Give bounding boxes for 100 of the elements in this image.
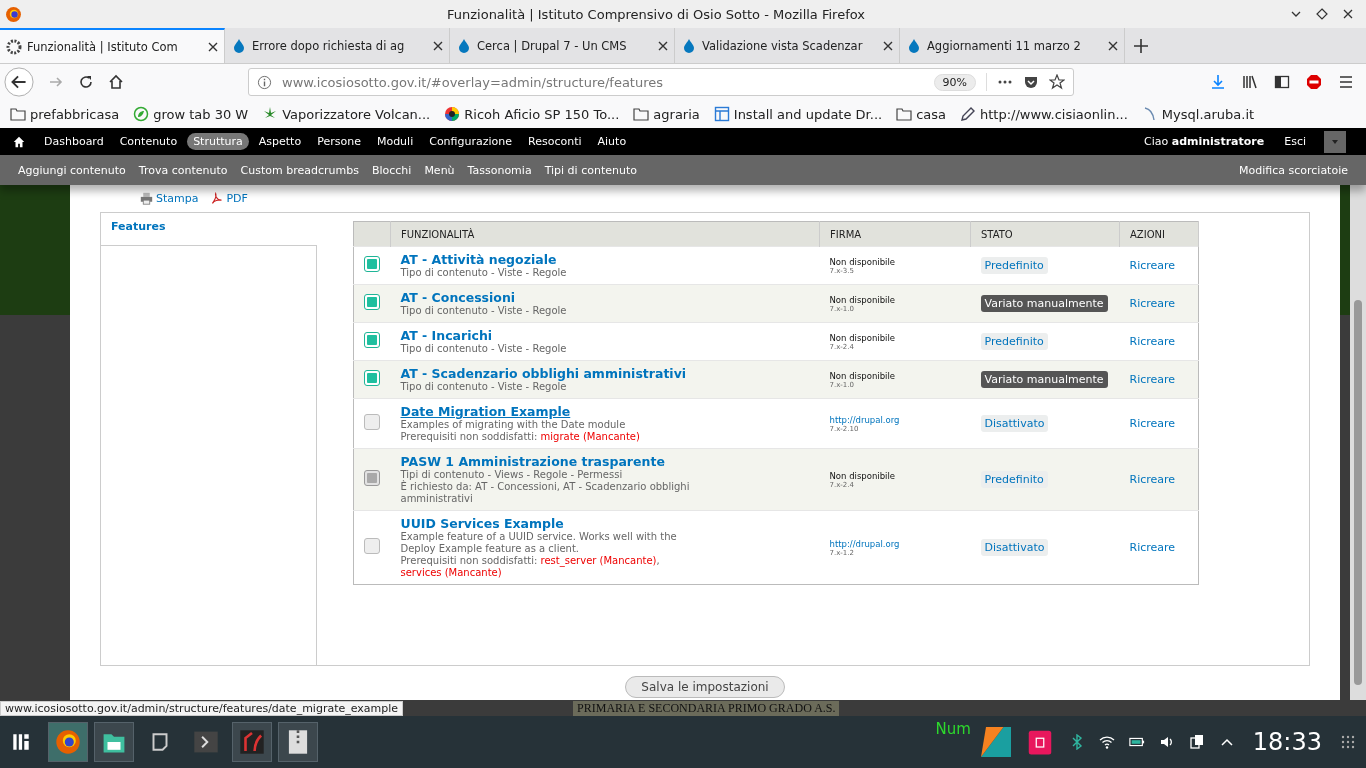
checkbox[interactable] bbox=[364, 256, 380, 272]
star-icon[interactable] bbox=[1049, 74, 1065, 90]
firefox-icon bbox=[5, 5, 22, 23]
feature-link[interactable]: AT - Attività negoziale bbox=[400, 252, 557, 267]
admin-menu-item[interactable]: Dashboard bbox=[38, 133, 110, 150]
recreate-link[interactable]: Ricreare bbox=[1129, 541, 1176, 554]
home-icon[interactable] bbox=[12, 134, 26, 149]
save-button[interactable]: Salva le impostazioni bbox=[625, 676, 785, 698]
shortcut-link[interactable]: Tassonomia bbox=[467, 163, 532, 177]
new-tab-icon[interactable] bbox=[1133, 37, 1149, 54]
shortcut-link[interactable]: Menù bbox=[424, 163, 455, 177]
recreate-link[interactable]: Ricreare bbox=[1129, 417, 1176, 430]
file-manager-icon[interactable] bbox=[94, 722, 134, 762]
logout-link[interactable]: Esci bbox=[1278, 133, 1312, 150]
clock: 18:33 bbox=[1252, 728, 1322, 756]
feature-link[interactable]: Date Migration Example bbox=[400, 404, 571, 419]
bookmark[interactable]: grow tab 30 W bbox=[133, 106, 249, 122]
checkbox[interactable] bbox=[364, 294, 380, 310]
signature[interactable]: http://drupal.org bbox=[829, 414, 961, 425]
editor-icon[interactable] bbox=[232, 722, 272, 762]
column-header: STATO bbox=[970, 221, 1120, 247]
admin-menu-item[interactable]: Persone bbox=[311, 133, 367, 150]
vertical-tab[interactable]: Features bbox=[101, 213, 317, 246]
shortcut-link[interactable]: Tipi di contenuto bbox=[544, 163, 637, 177]
print-link[interactable]: PDF bbox=[210, 192, 248, 205]
browser-tab[interactable]: Cerca | Drupal 7 - Un CMS bbox=[450, 28, 675, 63]
browser-tab[interactable]: Aggiornamenti 11 marzo 2 bbox=[900, 28, 1125, 63]
zoom-level[interactable]: 90% bbox=[933, 73, 976, 91]
pocket-icon[interactable] bbox=[1023, 74, 1039, 90]
close-icon[interactable] bbox=[658, 40, 668, 51]
shortcut-link[interactable]: Blocchi bbox=[371, 163, 412, 177]
shortcuts-toggle[interactable] bbox=[1324, 130, 1346, 153]
archive-icon[interactable] bbox=[278, 722, 318, 762]
checkbox[interactable] bbox=[364, 538, 380, 554]
clipboard-icon[interactable] bbox=[1188, 734, 1205, 750]
admin-menu-item[interactable]: Aspetto bbox=[252, 133, 308, 150]
close-icon[interactable] bbox=[1342, 8, 1354, 20]
shortcut-link[interactable]: Trova contenuto bbox=[138, 163, 228, 177]
feature-link[interactable]: AT - Incarichi bbox=[400, 328, 493, 343]
volume-icon[interactable] bbox=[1158, 734, 1175, 750]
feature-note: Prerequisiti non soddisfatti: migrate (Mancante) bbox=[400, 431, 641, 443]
edit-shortcuts-link[interactable]: Modifica scorciatoie bbox=[1239, 163, 1348, 177]
grid-icon[interactable] bbox=[1340, 734, 1356, 750]
close-icon[interactable] bbox=[1108, 40, 1118, 51]
checkbox[interactable] bbox=[364, 370, 380, 386]
adblock-icon[interactable] bbox=[1306, 74, 1322, 90]
admin-menu-item[interactable]: Resoconti bbox=[522, 133, 588, 150]
recreate-link[interactable]: Ricreare bbox=[1129, 259, 1176, 272]
recreate-link[interactable]: Ricreare bbox=[1129, 373, 1176, 386]
admin-menu-item[interactable]: Struttura bbox=[187, 133, 249, 150]
num-lock-indicator: Num bbox=[935, 720, 971, 738]
shortcut-link[interactable]: Custom breadcrumbs bbox=[240, 163, 359, 177]
scrollbar-thumb[interactable] bbox=[1354, 300, 1362, 685]
feature-link[interactable]: AT - Concessioni bbox=[400, 290, 516, 305]
bookmark[interactable]: http://www.cisiaonlin... bbox=[960, 106, 1128, 122]
bookmark[interactable]: casa bbox=[896, 106, 946, 122]
reload-icon[interactable] bbox=[78, 74, 94, 90]
bookmark[interactable]: Ricoh Aficio SP 150 To... bbox=[444, 106, 620, 122]
firefox-taskbar-icon[interactable] bbox=[48, 722, 88, 762]
printer-icon bbox=[140, 192, 153, 205]
feature-link[interactable]: AT - Scadenzario obblighi amministrativi bbox=[400, 366, 687, 381]
color-app-icon[interactable] bbox=[980, 727, 1011, 757]
shortcut-link[interactable]: Aggiungi contenuto bbox=[18, 163, 126, 177]
home-icon[interactable] bbox=[108, 74, 124, 90]
folder-icon bbox=[896, 106, 913, 122]
browser-tab[interactable]: Funzionalità | Istituto Com bbox=[0, 28, 225, 63]
recreate-link[interactable]: Ricreare bbox=[1129, 297, 1176, 310]
close-icon[interactable] bbox=[883, 40, 893, 51]
admin-menu-item[interactable]: Contenuto bbox=[113, 133, 184, 150]
drop-icon bbox=[681, 37, 697, 54]
bookmark[interactable]: agraria bbox=[633, 106, 700, 122]
admin-menu-item[interactable]: Moduli bbox=[370, 133, 420, 150]
close-icon[interactable] bbox=[433, 40, 443, 51]
feature-link[interactable]: UUID Services Example bbox=[400, 516, 564, 531]
print-link[interactable]: Stampa bbox=[140, 192, 199, 205]
close-icon[interactable] bbox=[208, 41, 218, 52]
wifi-icon[interactable] bbox=[1098, 734, 1115, 750]
sidebar-icon[interactable] bbox=[1274, 74, 1290, 90]
window-title: Funzionalità | Istituto Comprensivo di Osio Sotto - Mozilla Firefox bbox=[446, 6, 866, 22]
browser-tab[interactable]: Errore dopo richiesta di ag bbox=[225, 28, 450, 63]
address-field[interactable]: www.icosiosotto.gov.it/#overlay=admin/structure/features 90% bbox=[248, 68, 1074, 96]
checkbox[interactable] bbox=[364, 414, 380, 430]
download-icon[interactable] bbox=[1210, 74, 1226, 90]
back-icon[interactable] bbox=[4, 67, 34, 97]
checkbox[interactable] bbox=[364, 332, 380, 348]
maximize-icon[interactable] bbox=[1316, 8, 1328, 20]
browser-tab[interactable]: Validazione vista Scadenzar bbox=[675, 28, 900, 63]
bookmark[interactable]: Vaporizzatore Volcan... bbox=[262, 106, 431, 122]
recreate-link[interactable]: Ricreare bbox=[1129, 335, 1176, 348]
bookmark[interactable]: prefabbricasa bbox=[10, 106, 120, 122]
menu-icon[interactable] bbox=[1338, 74, 1354, 90]
app-launcher-icon[interactable] bbox=[10, 731, 32, 753]
drop-icon bbox=[231, 37, 247, 54]
admin-menu-item[interactable]: Configurazione bbox=[423, 133, 519, 150]
admin-menu-item[interactable]: Aiuto bbox=[591, 133, 633, 150]
bookmark[interactable]: Install and update Dr... bbox=[713, 106, 883, 122]
bookmark[interactable]: Mysql.aruba.it bbox=[1141, 106, 1255, 122]
signature[interactable]: http://drupal.org bbox=[829, 538, 961, 549]
status-badge: Variato manualmente bbox=[980, 295, 1108, 312]
library-icon[interactable] bbox=[1242, 74, 1258, 90]
